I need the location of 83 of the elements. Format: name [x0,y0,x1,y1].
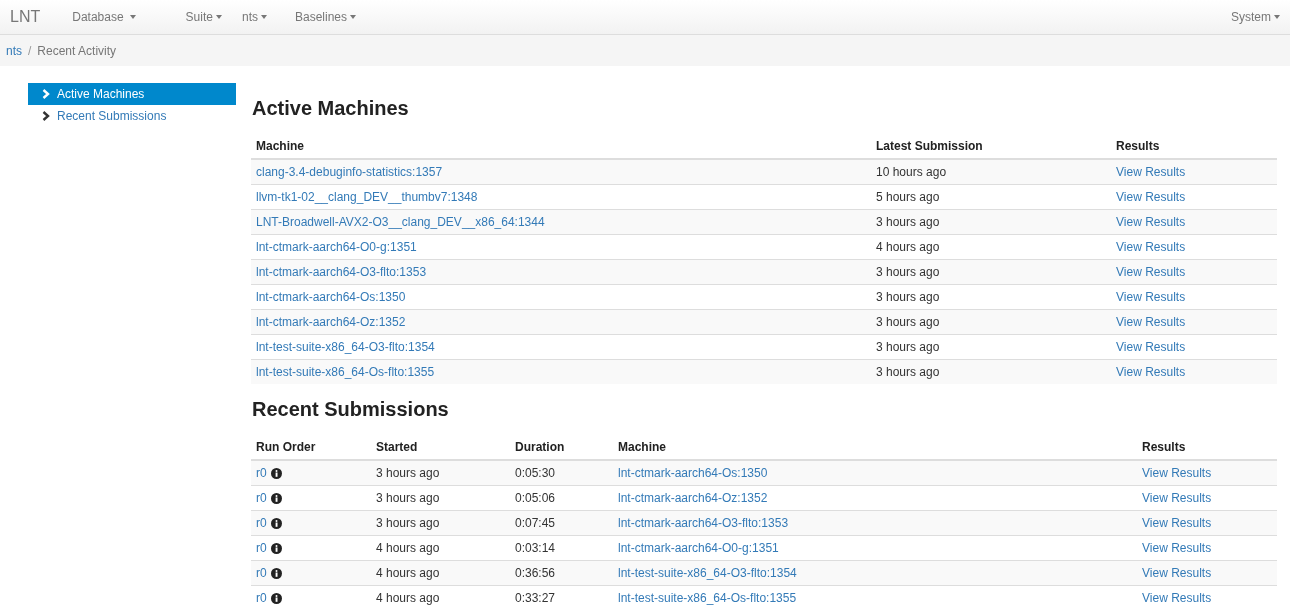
info-icon[interactable] [270,467,282,479]
table-cell: 0:36:56 [510,560,613,586]
table-cell: 3 hours ago [371,485,510,511]
caret-icon [350,15,356,19]
table-cell: 3 hours ago [871,334,1111,360]
nav-menu[interactable]: System [1231,10,1280,24]
breadcrumb-link[interactable]: nts [6,43,22,58]
results-link[interactable]: View Results [1116,314,1186,329]
machine-link[interactable]: lnt-ctmark-aarch64-Os:1350 [256,289,406,304]
machine-link[interactable]: LNT-Broadwell-AVX2-O3__clang_DEV__x86_64:1344 [256,214,545,229]
results-link[interactable]: View Results [1116,364,1186,379]
table-cell: 3 hours ago [871,309,1111,335]
machine-link[interactable]: lnt-test-suite-x86_64-O3-flto:1354 [256,339,435,354]
sidebar-item[interactable]: Recent Submissions [28,105,236,127]
results-link[interactable]: View Results [1142,490,1212,505]
results-link[interactable]: View Results [1116,214,1186,229]
nav-menu[interactable]: Database [72,10,136,24]
info-icon[interactable] [270,542,282,554]
table-cell: 0:33:27 [510,585,613,608]
info-icon[interactable] [270,592,282,604]
caret-icon [261,15,267,19]
chevron-icon [42,111,50,121]
run-order-link[interactable]: r0 [256,466,267,480]
results-link[interactable]: View Results [1116,239,1186,254]
breadcrumb-separator: / [28,43,32,58]
breadcrumb-current: Recent Activity [37,43,117,58]
table-cell: 3 hours ago [371,460,510,486]
caret-icon [215,15,222,19]
machine-link[interactable]: lnt-test-suite-x86_64-Os-flto:1355 [256,364,435,379]
results-link[interactable]: View Results [1116,339,1186,354]
table-cell: 0:05:30 [510,460,613,486]
section-title: Active Machines [252,97,410,120]
results-link[interactable]: View Results [1116,189,1186,204]
results-link[interactable]: View Results [1116,164,1186,179]
run-order-link[interactable]: r0 [256,566,267,580]
machine-link[interactable]: lnt-ctmark-aarch64-Oz:1352 [256,314,406,329]
run-order-link[interactable]: r0 [256,491,267,505]
results-link[interactable]: View Results [1116,264,1186,279]
machine-link[interactable]: lnt-ctmark-aarch64-O0-g:1351 [618,540,779,555]
machine-link[interactable]: clang-3.4-debuginfo-statistics:1357 [256,164,443,179]
machine-link[interactable]: lnt-ctmark-aarch64-Oz:1352 [618,490,768,505]
machine-link[interactable]: lnt-ctmark-aarch64-O0-g:1351 [256,239,417,254]
table-cell: 5 hours ago [871,184,1111,210]
table-cell: 4 hours ago [371,585,510,608]
machine-link[interactable]: lnt-test-suite-x86_64-O3-flto:1354 [618,565,797,580]
brand-link[interactable]: LNT [10,8,41,26]
info-icon[interactable] [270,567,282,579]
machine-link[interactable]: lnt-test-suite-x86_64-Os-flto:1355 [618,590,797,605]
info-icon[interactable] [270,492,282,504]
machine-link[interactable]: lnt-ctmark-aarch64-O3-flto:1353 [618,515,789,530]
run-order-link[interactable]: r0 [256,591,267,605]
machine-link[interactable]: llvm-tk1-02__clang_DEV__thumbv7:1348 [256,189,478,204]
table-cell: 4 hours ago [871,234,1111,260]
results-link[interactable]: View Results [1116,289,1186,304]
caret-icon [1274,15,1280,19]
machine-link[interactable]: lnt-ctmark-aarch64-Os:1350 [618,465,768,480]
nav-menu[interactable]: Suite [185,10,222,24]
results-link[interactable]: View Results [1142,590,1212,605]
table-cell: 3 hours ago [871,359,1111,384]
results-link[interactable]: View Results [1142,465,1212,480]
machine-link[interactable]: lnt-ctmark-aarch64-O3-flto:1353 [256,264,427,279]
run-order-link[interactable]: r0 [256,541,267,555]
table-cell: 3 hours ago [871,209,1111,235]
table-cell: 3 hours ago [371,510,510,536]
nav-menu[interactable]: nts [241,10,267,24]
info-icon[interactable] [270,517,282,529]
chevron-icon [42,89,50,99]
table-cell: 4 hours ago [371,535,510,561]
table-cell: 3 hours ago [871,259,1111,285]
caret-icon [129,15,136,19]
table-cell: 3 hours ago [871,284,1111,310]
section-title: Recent Submissions [252,398,450,421]
run-order-link[interactable]: r0 [256,516,267,530]
table-cell: 0:05:06 [510,485,613,511]
table-cell: 0:07:45 [510,510,613,536]
results-link[interactable]: View Results [1142,540,1212,555]
sidebar-item[interactable]: Active Machines [28,83,236,105]
nav-menu[interactable]: Baselines [295,10,356,24]
table-cell: 10 hours ago [871,159,1111,185]
results-link[interactable]: View Results [1142,565,1212,580]
results-link[interactable]: View Results [1142,515,1212,530]
table-cell: 4 hours ago [371,560,510,586]
table-cell: 0:03:14 [510,535,613,561]
